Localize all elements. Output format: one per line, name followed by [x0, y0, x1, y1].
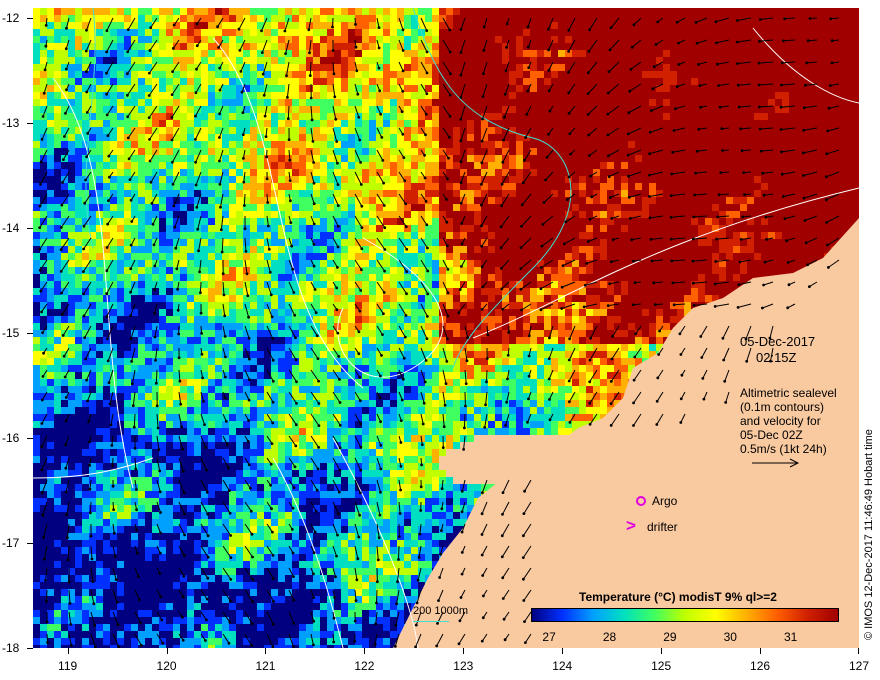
x-tick-mark [760, 648, 762, 654]
y-tick-label: -15 [2, 326, 20, 341]
drifter-chevron-icon: > [626, 516, 636, 535]
altimetry-legend: Altimetric sealevel (0.1m contours) and … [740, 386, 837, 456]
x-tick-label: 123 [453, 659, 474, 673]
sst-map-canvas [33, 8, 859, 648]
colorbar-title: Temperature (°C) modisT 9% ql>=2 [579, 590, 777, 604]
isobath-line-icon [413, 621, 449, 622]
y-tick-mark [27, 543, 33, 545]
y-tick-mark [27, 438, 33, 440]
y-tick-mark [27, 333, 33, 335]
x-tick-mark [661, 648, 663, 654]
altimetry-line: 05-Dec 02Z [740, 428, 803, 442]
isobath-legend: 200 1000m [413, 605, 469, 622]
map-date: 05-Dec-2017 [740, 334, 816, 349]
altimetry-line: (0.1m contours) [740, 400, 825, 414]
x-tick-label: 125 [651, 659, 672, 673]
x-tick-mark [364, 648, 366, 654]
x-tick-mark [463, 648, 465, 654]
altimetry-line: Altimetric sealevel [740, 386, 837, 400]
y-tick-mark [27, 123, 33, 125]
x-tick-label: 126 [750, 659, 771, 673]
altimetry-line: 0.5m/s (1kt 24h) [740, 442, 827, 456]
credit-text: © IMOS 12-Dec-2017 11:46:49 Hobart time [863, 429, 875, 640]
colorbar [531, 608, 839, 622]
x-tick-label: 124 [552, 659, 573, 673]
y-tick-label: -13 [2, 116, 20, 131]
colorbar-tick-label: 30 [723, 630, 737, 644]
y-tick-mark [27, 648, 33, 649]
argo-label: Argo [652, 494, 678, 508]
drifter-label: drifter [647, 520, 678, 534]
velocity-scale-arrow-icon [752, 458, 800, 468]
y-tick-label: -17 [2, 536, 20, 551]
x-tick-mark [858, 648, 859, 654]
y-tick-mark [27, 228, 33, 230]
x-tick-mark [562, 648, 564, 654]
x-tick-label: 120 [156, 659, 177, 673]
y-tick-label: -18 [2, 641, 20, 655]
sst-map [33, 8, 859, 648]
altimetry-line: and velocity for [740, 414, 821, 428]
y-tick-label: -16 [2, 431, 20, 446]
argo-circle-icon [636, 496, 646, 506]
x-tick-label: 121 [255, 659, 276, 673]
x-tick-mark [166, 648, 168, 654]
map-time: 02:15Z [756, 350, 797, 365]
x-tick-mark [265, 648, 267, 654]
colorbar-tick-label: 31 [783, 630, 798, 644]
x-tick-label: 127 [848, 659, 870, 673]
y-tick-label: -12 [2, 11, 20, 26]
colorbar-tick-label: 27 [542, 630, 556, 644]
colorbar-tick-label: 29 [663, 630, 677, 644]
colorbar-tick-label: 28 [602, 630, 617, 644]
x-tick-label: 122 [354, 659, 375, 673]
x-tick-mark [67, 648, 69, 654]
y-tick-label: -14 [2, 221, 20, 236]
isobath-legend-label: 200 1000m [413, 605, 469, 617]
y-tick-mark [27, 18, 33, 20]
x-tick-label: 119 [58, 659, 78, 673]
